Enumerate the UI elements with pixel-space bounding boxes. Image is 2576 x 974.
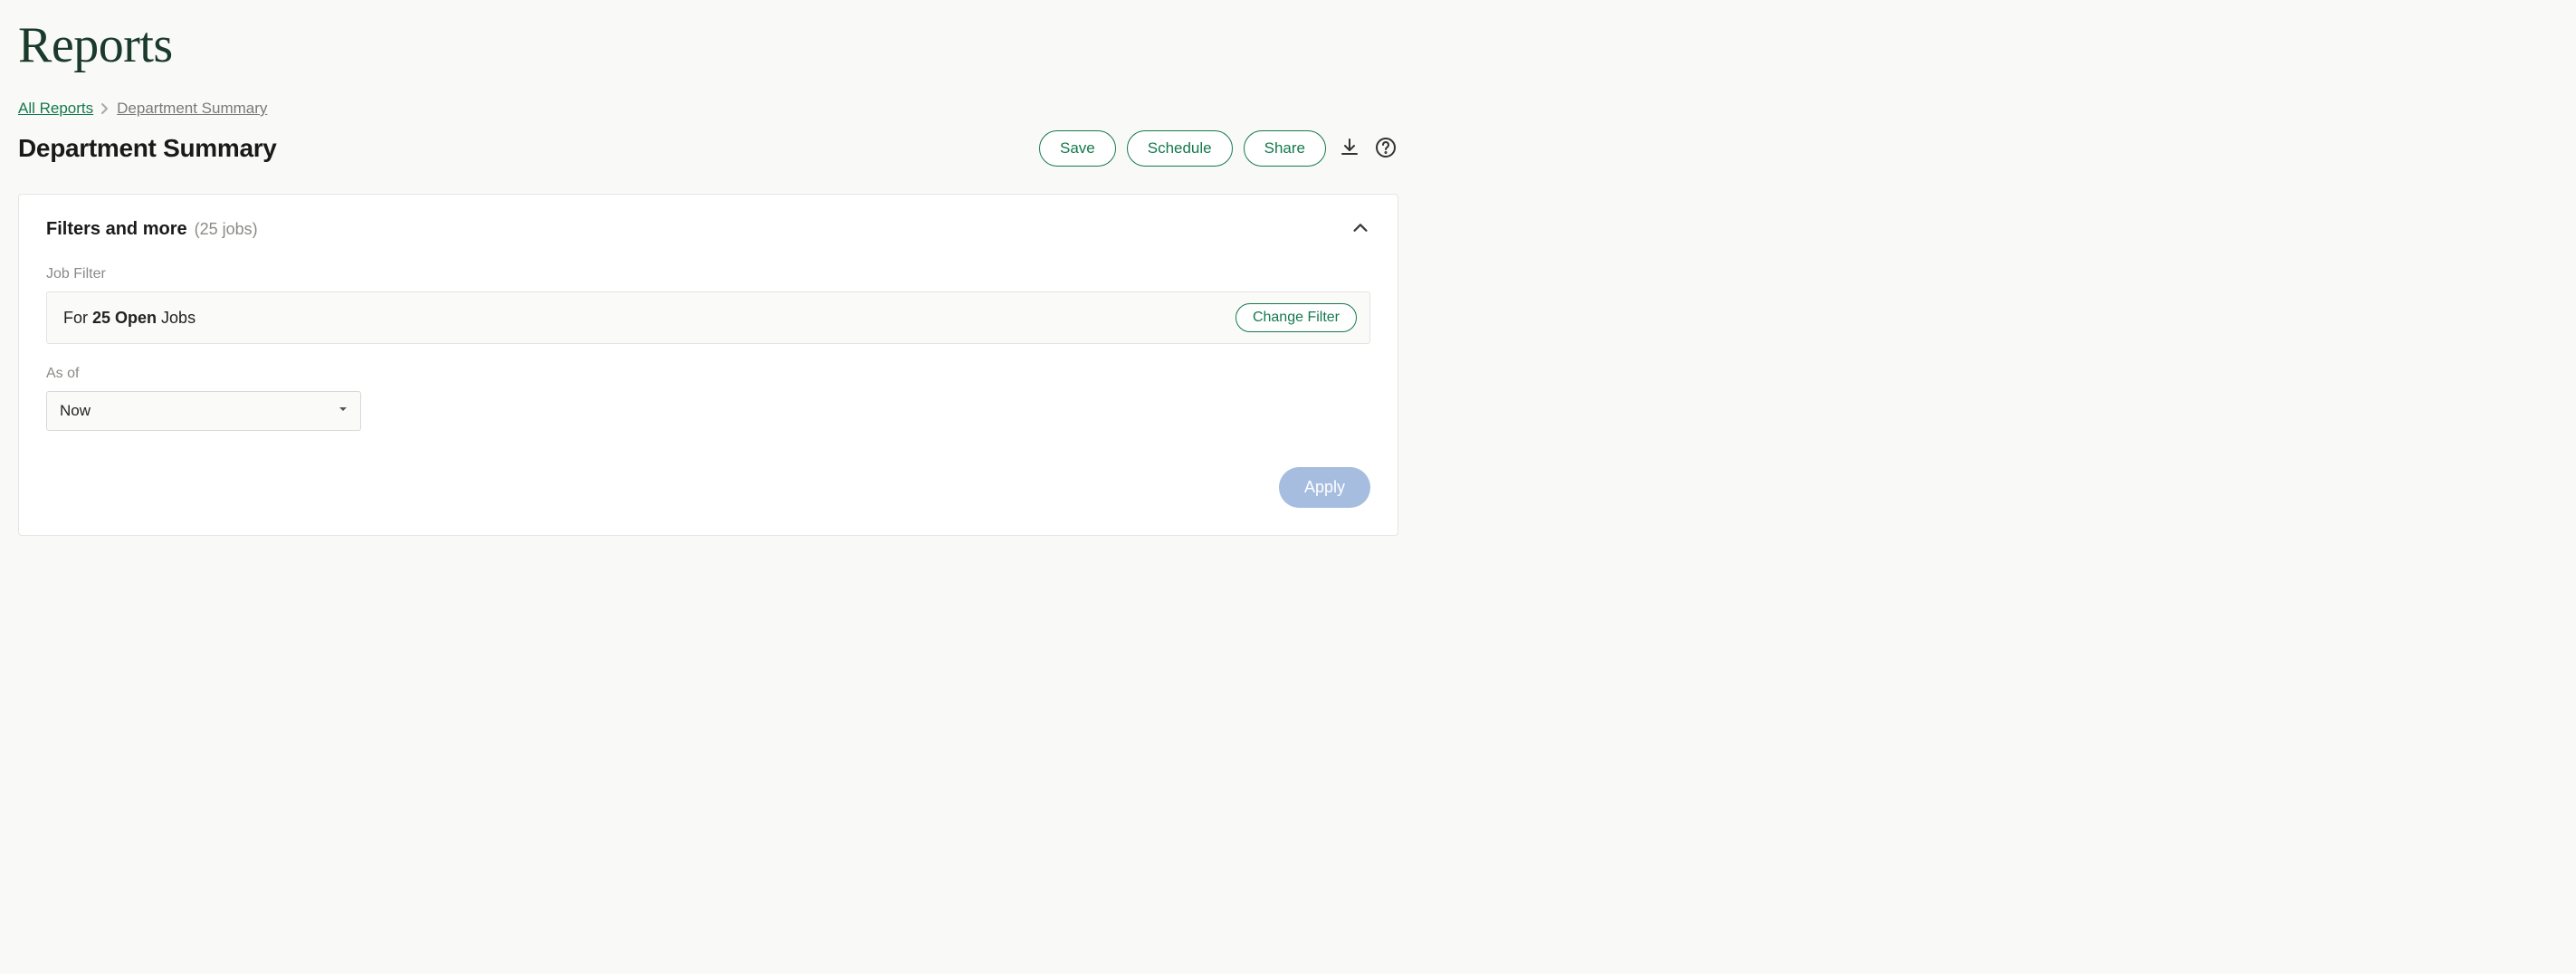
help-icon: [1375, 137, 1397, 161]
filters-panel: Filters and more (25 jobs) Job Filter Fo…: [18, 194, 1398, 536]
breadcrumb-current-link[interactable]: Department Summary: [117, 100, 267, 118]
job-filter-label: Job Filter: [46, 266, 1370, 282]
download-icon: [1339, 137, 1360, 161]
chevron-right-icon: [100, 102, 110, 115]
job-filter-prefix: For: [63, 309, 92, 327]
collapse-panel-button[interactable]: [1350, 218, 1370, 241]
change-filter-button[interactable]: Change Filter: [1236, 303, 1357, 332]
save-button[interactable]: Save: [1039, 130, 1116, 167]
share-button[interactable]: Share: [1244, 130, 1326, 167]
report-actions: Save Schedule Share: [1039, 130, 1398, 167]
as-of-select-wrap: Now: [46, 391, 361, 431]
filters-job-count: (25 jobs): [195, 220, 258, 239]
apply-button[interactable]: Apply: [1279, 467, 1370, 508]
schedule-button[interactable]: Schedule: [1127, 130, 1233, 167]
chevron-up-icon: [1350, 218, 1370, 241]
job-filter-row: For 25 Open Jobs Change Filter: [46, 291, 1370, 344]
as-of-label: As of: [46, 366, 1370, 382]
help-button[interactable]: [1373, 135, 1398, 163]
as-of-select[interactable]: Now: [46, 391, 361, 431]
job-filter-suffix: Jobs: [157, 309, 196, 327]
filters-panel-title: Filters and more: [46, 219, 187, 240]
job-filter-bold: 25 Open: [92, 309, 157, 327]
report-header: Department Summary Save Schedule Share: [18, 130, 1398, 167]
job-filter-text: For 25 Open Jobs: [63, 309, 196, 328]
download-button[interactable]: [1337, 135, 1362, 163]
breadcrumb: All Reports Department Summary: [18, 100, 1398, 118]
page-title: Reports: [18, 16, 1398, 74]
apply-row: Apply: [46, 467, 1370, 508]
report-title: Department Summary: [18, 134, 277, 163]
filters-panel-header: Filters and more (25 jobs): [46, 218, 1370, 241]
breadcrumb-root-link[interactable]: All Reports: [18, 100, 93, 118]
